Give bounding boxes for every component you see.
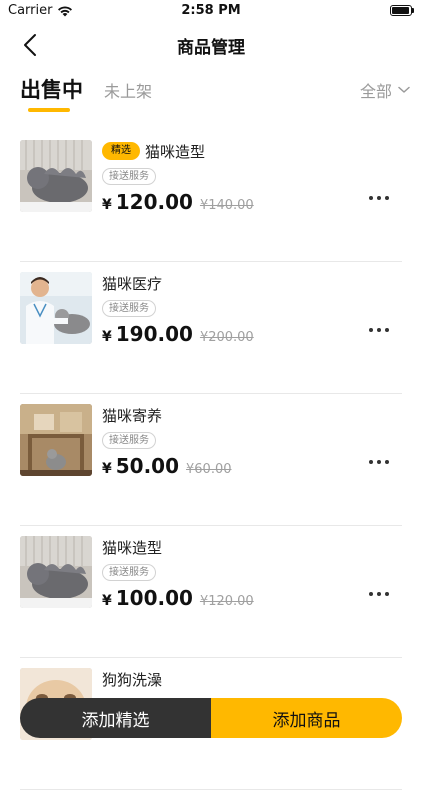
title-row: 猫咪医疗 [102, 272, 402, 294]
price-row: ¥ 100.00 ¥120.00 [102, 586, 402, 610]
more-icon [369, 460, 389, 464]
product-name: 猫咪医疗 [102, 274, 163, 293]
current-price: 190.00 [115, 322, 193, 346]
featured-badge: 精选 [102, 142, 140, 160]
chevron-left-icon [24, 34, 36, 56]
more-options-button[interactable] [368, 188, 390, 200]
tab-on-sale-label: 出售中 [20, 78, 83, 102]
product-item[interactable]: 猫咪造型 接送服务 ¥ 100.00 ¥120.00 [20, 526, 402, 658]
title-row: 猫咪寄养 [102, 404, 402, 426]
more-icon [369, 592, 389, 596]
product-name: 猫咪造型 [102, 538, 163, 557]
tab-on-sale[interactable]: 出售中 [20, 74, 83, 112]
currency-symbol: ¥ [102, 329, 112, 345]
product-info: 狗狗洗澡 [102, 668, 402, 690]
product-thumbnail [20, 272, 92, 344]
price-row: ¥ 190.00 ¥200.00 [102, 322, 402, 346]
currency-symbol: ¥ [102, 197, 112, 213]
original-price: ¥60.00 [186, 462, 232, 477]
more-options-button[interactable] [368, 452, 390, 464]
original-price: ¥200.00 [199, 330, 254, 345]
product-name: 狗狗洗澡 [102, 670, 163, 689]
service-tag: 接送服务 [102, 168, 156, 185]
current-price: 100.00 [115, 586, 193, 610]
filter-label: 全部 [359, 82, 392, 101]
product-item[interactable]: 猫咪医疗 接送服务 ¥ 190.00 ¥200.00 [20, 262, 402, 394]
currency-symbol: ¥ [102, 461, 112, 477]
bottom-action-bar: 添加精选 添加商品 [20, 698, 402, 738]
add-product-button[interactable]: 添加商品 [211, 698, 402, 738]
product-thumbnail [20, 536, 92, 608]
currency-symbol: ¥ [102, 593, 112, 609]
price-row: ¥ 120.00 ¥140.00 [102, 190, 402, 214]
status-bar: Carrier 2:58 PM [0, 0, 422, 22]
service-tag: 接送服务 [102, 564, 156, 581]
clock: 2:58 PM [181, 3, 241, 18]
add-featured-button[interactable]: 添加精选 [20, 698, 211, 738]
page-title: 商品管理 [177, 38, 245, 58]
service-tag: 接送服务 [102, 300, 156, 317]
product-name: 猫咪造型 [145, 142, 206, 161]
product-list: 精选 猫咪造型 接送服务 ¥ 120.00 ¥140.00 猫咪医疗 接送服务 … [0, 130, 422, 790]
more-options-button[interactable] [368, 320, 390, 332]
product-item[interactable]: 猫咪寄养 接送服务 ¥ 50.00 ¥60.00 [20, 394, 402, 526]
filter-dropdown[interactable]: 全部 [360, 78, 410, 102]
current-price: 50.00 [115, 454, 180, 478]
original-price: ¥120.00 [199, 594, 254, 609]
nav-bar: 商品管理 [0, 22, 422, 66]
original-price: ¥140.00 [199, 198, 254, 213]
current-price: 120.00 [115, 190, 193, 214]
price-row: ¥ 50.00 ¥60.00 [102, 454, 402, 478]
product-item[interactable]: 精选 猫咪造型 接送服务 ¥ 120.00 ¥140.00 [20, 130, 402, 262]
back-button[interactable] [16, 30, 46, 60]
title-row: 猫咪造型 [102, 536, 402, 558]
chevron-down-icon [398, 86, 410, 93]
active-tab-indicator [28, 108, 70, 112]
status-tabs: 出售中 未上架 全部 [0, 72, 422, 116]
product-name: 猫咪寄养 [102, 406, 163, 425]
product-thumbnail [20, 140, 92, 212]
tab-unlisted-label: 未上架 [104, 82, 153, 101]
title-row: 狗狗洗澡 [102, 668, 402, 690]
product-info: 猫咪医疗 接送服务 ¥ 190.00 ¥200.00 [102, 272, 402, 346]
product-thumbnail [20, 404, 92, 476]
title-row: 精选 猫咪造型 [102, 140, 402, 162]
battery-icon [390, 5, 414, 16]
more-icon [369, 328, 389, 332]
product-info: 精选 猫咪造型 接送服务 ¥ 120.00 ¥140.00 [102, 140, 402, 214]
service-tag: 接送服务 [102, 432, 156, 449]
tab-unlisted[interactable]: 未上架 [104, 78, 152, 102]
product-info: 猫咪寄养 接送服务 ¥ 50.00 ¥60.00 [102, 404, 402, 478]
more-options-button[interactable] [368, 584, 390, 596]
more-icon [369, 196, 389, 200]
product-info: 猫咪造型 接送服务 ¥ 100.00 ¥120.00 [102, 536, 402, 610]
